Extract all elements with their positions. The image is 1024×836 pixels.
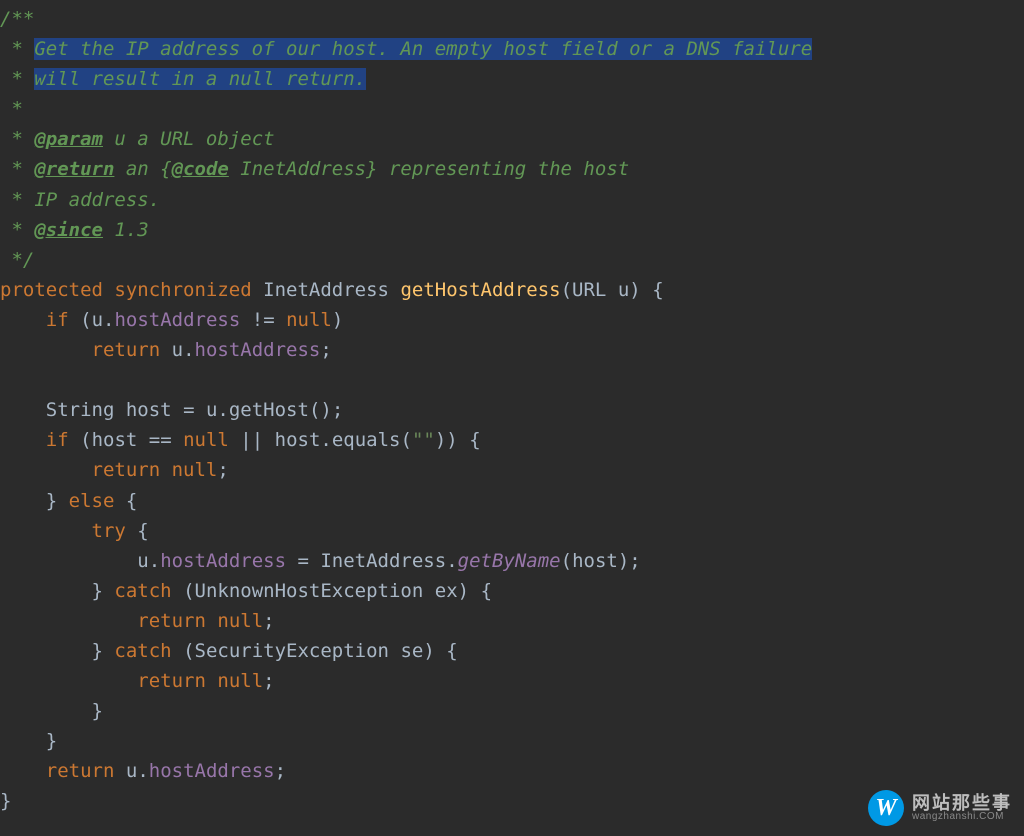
- selection-line2: will result in a null return.: [34, 68, 366, 90]
- javadoc-return-tag: @return: [34, 158, 114, 180]
- javadoc-star: *: [0, 219, 23, 241]
- javadoc-star: *: [0, 68, 23, 90]
- type-inetaddress: InetAddress: [263, 279, 389, 301]
- watermark-cn: 网站那些事: [912, 794, 1012, 812]
- javadoc-star: *: [0, 158, 23, 180]
- param-u: u: [618, 279, 629, 301]
- method-gethost: getHost: [229, 399, 309, 421]
- javadoc-ip-line: * IP address.: [0, 189, 160, 211]
- keyword-synchronized: synchronized: [114, 279, 251, 301]
- javadoc-star: *: [0, 38, 23, 60]
- type-url: URL: [572, 279, 606, 301]
- keyword-try: try: [92, 520, 126, 542]
- javadoc-code-tag: @code: [172, 158, 229, 180]
- type-string: String: [46, 399, 115, 421]
- string-empty: "": [412, 429, 435, 451]
- code-editor[interactable]: /** * Get the IP address of our host. An…: [0, 0, 1024, 817]
- keyword-null: null: [286, 309, 332, 331]
- keyword-else: else: [69, 490, 115, 512]
- javadoc-close: */: [0, 249, 34, 271]
- javadoc-star: *: [0, 98, 23, 120]
- watermark-logo-icon: W: [868, 790, 904, 826]
- javadoc-since-tag: @since: [34, 219, 103, 241]
- javadoc-param-text: u a URL object: [103, 128, 275, 150]
- watermark-en: wangzhanshi.COM: [912, 812, 1012, 822]
- javadoc-param-tag: @param: [34, 128, 103, 150]
- static-getbyname: getByName: [458, 550, 561, 572]
- type-securityexception: SecurityException: [195, 640, 389, 662]
- keyword-catch: catch: [114, 580, 171, 602]
- javadoc-open: /**: [0, 8, 34, 30]
- method-name: getHostAddress: [400, 279, 560, 301]
- field-hostaddress: hostAddress: [114, 309, 240, 331]
- javadoc-star: *: [0, 128, 23, 150]
- var-host: host: [126, 399, 172, 421]
- keyword-if: if: [46, 309, 69, 331]
- watermark: W 网站那些事 wangzhanshi.COM: [868, 790, 1012, 826]
- keyword-protected: protected: [0, 279, 103, 301]
- selection-line1: Get the IP address of our host. An empty…: [34, 38, 812, 60]
- keyword-return: return: [92, 339, 161, 361]
- type-unknownhostexception: UnknownHostException: [195, 580, 424, 602]
